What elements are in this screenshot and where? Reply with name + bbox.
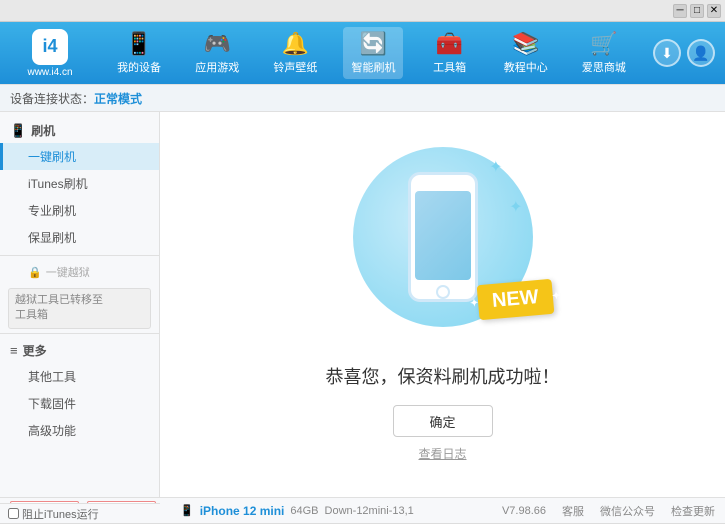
sidebar-section-jailbreak: 🔒 一键越狱 xyxy=(0,260,159,284)
sidebar-divider-1 xyxy=(0,255,159,256)
status-value: 正常模式 xyxy=(94,90,142,107)
nav-item-shop[interactable]: 🛒 爱思商城 xyxy=(574,27,634,79)
logo-icon: i4 xyxy=(32,29,68,65)
content-area: NEW ✦ ✦ 恭喜您，保资料刷机成功啦！ 确定 查看日志 xyxy=(160,112,725,497)
minimize-button[interactable]: ─ xyxy=(673,4,687,18)
nav-label-shop: 爱思商城 xyxy=(582,59,626,75)
device-info: 📱 iPhone 12 mini 64GB Down-12mini-13,1 xyxy=(170,504,424,518)
sparkle-icon-1: ✦ xyxy=(489,157,502,177)
header-right: ⬇ 👤 xyxy=(653,39,715,67)
nav-item-smart-flash[interactable]: 🔄 智能刷机 xyxy=(343,27,403,79)
ringtone-icon: 🔔 xyxy=(282,31,309,57)
success-message: 恭喜您，保资料刷机成功啦！ xyxy=(326,363,560,389)
sidebar-item-one-click-flash[interactable]: 一键刷机 xyxy=(0,143,159,170)
smart-flash-icon: 🔄 xyxy=(360,31,387,57)
user-button[interactable]: 👤 xyxy=(687,39,715,67)
device-phone-icon: 📱 xyxy=(180,504,194,517)
sidebar-item-other-tools[interactable]: 其他工具 xyxy=(0,363,159,390)
nav-item-apps-games[interactable]: 🎮 应用游戏 xyxy=(187,27,247,79)
connection-status-bar: 设备连接状态： 正常模式 xyxy=(0,84,725,112)
logo: i4 www.i4.cn xyxy=(10,29,90,78)
log-link[interactable]: 查看日志 xyxy=(418,445,466,462)
nav-item-toolbox[interactable]: 🧰 工具箱 xyxy=(422,27,478,79)
lock-icon: 🔒 xyxy=(28,266,42,279)
new-badge: NEW xyxy=(476,279,553,320)
nav-item-ringtone[interactable]: 🔔 铃声壁纸 xyxy=(265,27,325,79)
nav-label-toolbox: 工具箱 xyxy=(433,59,466,75)
footer-right: V7.98.66 客服 微信公众号 检查更新 xyxy=(502,503,715,519)
phone-screen xyxy=(415,191,471,280)
flash-section-label: 刷机 xyxy=(31,122,55,139)
sidebar-section-more: ≡ 更多 xyxy=(0,338,159,363)
shop-icon: 🛒 xyxy=(590,31,617,57)
header: i4 www.i4.cn 📱 我的设备 🎮 应用游戏 🔔 铃声壁纸 🔄 智能刷机… xyxy=(0,22,725,84)
nav-label-smart-flash: 智能刷机 xyxy=(351,59,395,75)
nav-label-tutorial: 教程中心 xyxy=(504,59,548,75)
my-device-icon: 📱 xyxy=(125,31,152,57)
toolbox-icon: 🧰 xyxy=(436,31,463,57)
customer-service-link[interactable]: 客服 xyxy=(562,503,584,519)
nav-label-apps-games: 应用游戏 xyxy=(195,59,239,75)
nav-item-my-device[interactable]: 📱 我的设备 xyxy=(109,27,169,79)
download-button[interactable]: ⬇ xyxy=(653,39,681,67)
sidebar: 📱 刷机 一键刷机 iTunes刷机 专业刷机 保显刷机 🔒 一键越狱 越狱工具… xyxy=(0,112,160,497)
jailbreak-note: 越狱工具已转移至工具箱 xyxy=(8,288,151,329)
sidebar-item-download-firmware[interactable]: 下载固件 xyxy=(0,390,159,417)
device-storage: 64GB xyxy=(290,505,318,517)
tutorial-icon: 📚 xyxy=(512,31,539,57)
sidebar-item-itunes-flash[interactable]: iTunes刷机 xyxy=(0,170,159,197)
main-area: 📱 刷机 一键刷机 iTunes刷机 专业刷机 保显刷机 🔒 一键越狱 越狱工具… xyxy=(0,112,725,497)
sparkle-icon-2: ✦ xyxy=(509,197,522,217)
sidebar-item-pro-flash[interactable]: 专业刷机 xyxy=(0,197,159,224)
wechat-link[interactable]: 微信公众号 xyxy=(600,503,655,519)
close-button[interactable]: ✕ xyxy=(707,4,721,18)
maximize-button[interactable]: □ xyxy=(690,4,704,18)
nav-bar: 📱 我的设备 🎮 应用游戏 🔔 铃声壁纸 🔄 智能刷机 🧰 工具箱 📚 教程中心… xyxy=(100,27,643,79)
logo-text: www.i4.cn xyxy=(27,67,72,78)
device-name: iPhone 12 mini xyxy=(200,504,285,518)
jailbreak-section-label: 一键越狱 xyxy=(46,264,90,280)
titlebar: ─ □ ✕ xyxy=(0,0,725,22)
sidebar-item-advanced[interactable]: 高级功能 xyxy=(0,417,159,444)
nav-label-ringtone: 铃声壁纸 xyxy=(273,59,317,75)
version-label: V7.98.66 xyxy=(502,505,546,517)
check-update-link[interactable]: 检查更新 xyxy=(671,503,715,519)
itunes-label: 阻止iTunes运行 xyxy=(22,506,99,522)
confirm-button[interactable]: 确定 xyxy=(393,405,493,437)
phone-illustration: NEW ✦ ✦ xyxy=(353,147,533,347)
phone-body xyxy=(408,172,478,302)
device-system: Down-12mini-13,1 xyxy=(325,505,414,517)
flash-section-icon: 📱 xyxy=(10,123,26,139)
nav-item-tutorial[interactable]: 📚 教程中心 xyxy=(496,27,556,79)
apps-games-icon: 🎮 xyxy=(204,31,231,57)
sidebar-item-save-flash[interactable]: 保显刷机 xyxy=(0,224,159,251)
itunes-checkbox[interactable] xyxy=(8,508,19,519)
sidebar-section-flash: 📱 刷机 xyxy=(0,118,159,143)
more-section-label: 更多 xyxy=(23,342,47,359)
more-section-icon: ≡ xyxy=(10,343,18,358)
phone-circle-bg: NEW ✦ ✦ xyxy=(353,147,533,327)
nav-label-my-device: 我的设备 xyxy=(117,59,161,75)
sidebar-divider-2 xyxy=(0,333,159,334)
phone-home-button xyxy=(436,285,450,299)
status-label: 设备连接状态： xyxy=(10,90,94,107)
